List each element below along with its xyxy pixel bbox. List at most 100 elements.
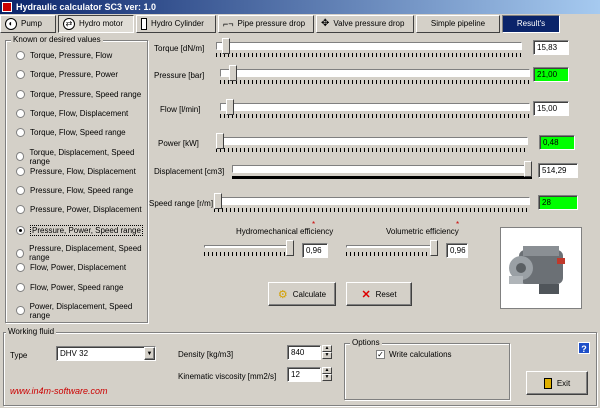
window-title: Hydraulic calculator SC3 ver: 1.0 bbox=[16, 2, 157, 12]
hydromechanical-ticks bbox=[204, 252, 292, 256]
radio-button[interactable] bbox=[16, 128, 25, 138]
tab-hydro-cylinder[interactable]: Hydro Cylinder bbox=[136, 15, 216, 33]
hydromechanical-slider-thumb[interactable] bbox=[286, 240, 294, 256]
valve-icon: ✥ bbox=[321, 18, 330, 29]
radio-button[interactable] bbox=[16, 89, 25, 99]
speed-slider[interactable] bbox=[214, 197, 530, 205]
torque-value-field[interactable]: 15,83 bbox=[533, 40, 569, 55]
torque-slider[interactable] bbox=[216, 42, 522, 50]
known-values-option[interactable]: Pressure, Power, Displacement bbox=[16, 205, 142, 215]
pressure-slider-thumb[interactable] bbox=[229, 65, 238, 81]
known-values-option[interactable]: Pressure, Power, Speed range bbox=[16, 224, 143, 236]
tab-pipe-pressure-drop[interactable]: ⌐¬ Pipe pressure drop bbox=[218, 15, 314, 33]
radio-button[interactable] bbox=[16, 205, 25, 215]
radio-button[interactable] bbox=[16, 263, 25, 273]
tab-label: Hydro Cylinder bbox=[151, 19, 204, 28]
write-calculations-checkbox[interactable]: ✓ Write calculations bbox=[376, 350, 452, 359]
hydromechanical-efficiency-label: Hydromechanical efficiency bbox=[236, 227, 334, 236]
torque-slider-thumb[interactable] bbox=[221, 38, 230, 54]
flow-value-field[interactable]: 15,00 bbox=[533, 101, 569, 116]
radio-button[interactable] bbox=[16, 186, 25, 196]
flow-slider[interactable] bbox=[220, 103, 530, 111]
known-values-option[interactable]: Torque, Flow, Speed range bbox=[16, 128, 126, 138]
power-ticks bbox=[216, 148, 528, 152]
known-values-option[interactable]: Pressure, Flow, Speed range bbox=[16, 186, 133, 196]
chevron-down-icon[interactable]: ▼ bbox=[144, 347, 155, 360]
exit-label: Exit bbox=[556, 378, 571, 388]
cylinder-icon bbox=[141, 18, 147, 30]
volumetric-slider[interactable] bbox=[346, 245, 438, 248]
calculate-button[interactable]: ⚙ Calculate bbox=[268, 282, 336, 306]
help-label: ? bbox=[581, 344, 587, 354]
radio-button[interactable] bbox=[16, 282, 25, 292]
speed-value-field[interactable]: 28 bbox=[538, 195, 578, 210]
displacement-slider-thumb[interactable] bbox=[524, 161, 532, 177]
known-values-option[interactable]: Torque, Displacement, Speed range bbox=[16, 148, 147, 166]
pressure-label: Pressure [bar] bbox=[154, 71, 205, 80]
reset-button[interactable]: ✕ Reset bbox=[346, 282, 412, 306]
tab-valve-pressure-drop[interactable]: ✥ Valve pressure drop bbox=[316, 15, 414, 33]
fluid-type-value: DHV 32 bbox=[60, 349, 89, 358]
radio-button[interactable] bbox=[16, 225, 25, 235]
known-values-option[interactable]: Power, Displacement, Speed range bbox=[16, 302, 147, 320]
known-values-option[interactable]: Flow, Power, Speed range bbox=[16, 282, 123, 292]
displacement-value-field[interactable]: 514,29 bbox=[538, 163, 578, 178]
power-slider-thumb[interactable] bbox=[216, 133, 224, 149]
tab-pump[interactable]: ◐ Pump bbox=[0, 15, 56, 33]
power-value-field[interactable]: 0,48 bbox=[539, 135, 575, 150]
radio-label: Torque, Flow, Displacement bbox=[30, 108, 129, 118]
checkbox-box[interactable]: ✓ bbox=[376, 350, 385, 359]
radio-button[interactable] bbox=[16, 306, 25, 316]
known-values-group: Known or desired values Torque, Pressure… bbox=[5, 35, 148, 323]
power-slider[interactable] bbox=[216, 137, 528, 145]
density-field[interactable]: 840 bbox=[287, 345, 321, 360]
displacement-slider[interactable] bbox=[232, 165, 532, 173]
radio-label: Flow, Power, Displacement bbox=[30, 263, 127, 273]
known-values-option[interactable]: Torque, Pressure, Speed range bbox=[16, 89, 141, 99]
title-bar: Hydraulic calculator SC3 ver: 1.0 bbox=[0, 0, 600, 14]
displacement-ticks bbox=[232, 176, 532, 179]
known-values-option[interactable]: Torque, Pressure, Power bbox=[16, 70, 118, 80]
tab-hydro-motor[interactable]: ⇄ Hydro motor bbox=[58, 15, 134, 33]
required-marker: * bbox=[312, 220, 316, 229]
known-values-option[interactable]: Flow, Power, Displacement bbox=[16, 263, 127, 273]
viscosity-stepper[interactable]: ▲ ▼ bbox=[322, 367, 332, 382]
speed-slider-thumb[interactable] bbox=[214, 193, 222, 209]
radio-button[interactable] bbox=[16, 166, 25, 176]
speed-ticks bbox=[214, 208, 530, 212]
hydromechanical-efficiency-field[interactable]: 0,96 bbox=[302, 243, 328, 258]
density-stepper[interactable]: ▲ ▼ bbox=[322, 345, 332, 360]
tab-simple-pipeline[interactable]: Simple pipeline bbox=[416, 15, 500, 33]
group-title: Options bbox=[350, 338, 382, 347]
radio-label: Pressure, Displacement, Speed range bbox=[29, 244, 142, 262]
radio-label: Pressure, Flow, Displacement bbox=[30, 166, 136, 176]
group-title: Known or desired values bbox=[11, 35, 103, 44]
tab-label: Simple pipeline bbox=[430, 19, 486, 28]
radio-button[interactable] bbox=[16, 248, 25, 258]
viscosity-field[interactable]: 12 bbox=[287, 367, 321, 382]
hydromechanical-slider[interactable] bbox=[204, 245, 294, 248]
help-icon[interactable]: ? bbox=[578, 342, 590, 354]
radio-button[interactable] bbox=[16, 51, 25, 60]
known-values-option[interactable]: Torque, Flow, Displacement bbox=[16, 108, 129, 118]
write-calculations-label: Write calculations bbox=[389, 350, 452, 359]
motor-icon: ⇄ bbox=[63, 18, 75, 30]
volumetric-slider-thumb[interactable] bbox=[430, 240, 438, 256]
radio-label: Torque, Pressure, Flow bbox=[30, 51, 113, 60]
pressure-slider[interactable] bbox=[220, 69, 530, 77]
radio-button[interactable] bbox=[16, 108, 25, 118]
known-values-option[interactable]: Pressure, Flow, Displacement bbox=[16, 166, 136, 176]
radio-button[interactable] bbox=[16, 70, 25, 80]
pressure-value-field[interactable]: 21,00 bbox=[533, 67, 569, 82]
website-link[interactable]: www.in4m-software.com bbox=[10, 386, 108, 396]
tab-results[interactable]: Result's bbox=[502, 15, 560, 33]
flow-slider-thumb[interactable] bbox=[226, 99, 235, 115]
radio-button[interactable] bbox=[16, 152, 25, 161]
known-values-option[interactable]: Pressure, Displacement, Speed range bbox=[16, 244, 147, 262]
volumetric-efficiency-field[interactable]: 0,96 bbox=[446, 243, 468, 258]
fluid-type-select[interactable]: DHV 32 bbox=[56, 346, 156, 361]
radio-label: Torque, Flow, Speed range bbox=[30, 128, 126, 138]
known-values-option[interactable]: Torque, Pressure, Flow bbox=[16, 51, 112, 60]
density-label: Density [kg/m3] bbox=[178, 350, 234, 359]
exit-button[interactable]: Exit bbox=[526, 371, 588, 395]
